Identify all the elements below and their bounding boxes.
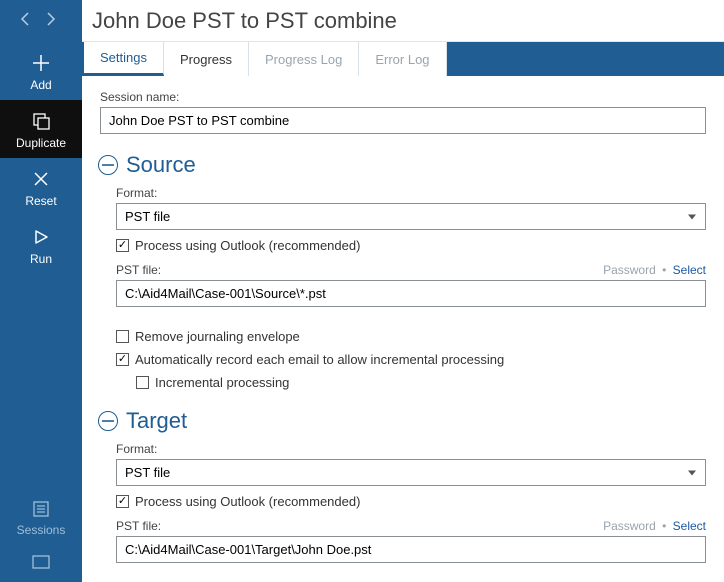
source-format-label: Format: xyxy=(116,186,706,200)
tab-progress-log[interactable]: Progress Log xyxy=(249,42,359,76)
reset-label: Reset xyxy=(25,194,56,208)
tab-bar: Settings Progress Progress Log Error Log xyxy=(82,42,724,76)
source-pst-input[interactable] xyxy=(116,280,706,307)
sessions-icon xyxy=(30,498,52,520)
main-area: John Doe PST to PST combine Settings Pro… xyxy=(82,0,724,582)
target-outlook-checkbox[interactable] xyxy=(116,495,129,508)
nav-forward-icon[interactable] xyxy=(45,12,56,30)
link-separator: • xyxy=(659,519,669,533)
incremental-label: Incremental processing xyxy=(155,375,289,390)
target-password-link[interactable]: Password xyxy=(603,519,656,533)
duplicate-label: Duplicate xyxy=(16,136,66,150)
link-separator: • xyxy=(659,263,669,277)
target-pst-input[interactable] xyxy=(116,536,706,563)
source-password-link[interactable]: Password xyxy=(603,263,656,277)
target-format-label: Format: xyxy=(116,442,706,456)
reset-button[interactable]: Reset xyxy=(0,158,82,216)
nav-history xyxy=(0,0,82,42)
sessions-button[interactable]: Sessions xyxy=(17,498,66,537)
source-outlook-checkbox[interactable] xyxy=(116,239,129,252)
add-label: Add xyxy=(30,78,51,92)
run-label: Run xyxy=(30,252,52,266)
target-pst-label: PST file: xyxy=(116,519,161,533)
tab-settings[interactable]: Settings xyxy=(84,42,164,76)
collapse-icon[interactable] xyxy=(98,411,118,431)
tab-error-log[interactable]: Error Log xyxy=(359,42,446,76)
duplicate-button[interactable]: Duplicate xyxy=(0,100,82,158)
incremental-checkbox[interactable] xyxy=(136,376,149,389)
bottom-extra-icon[interactable] xyxy=(32,555,50,572)
plus-icon xyxy=(30,52,52,74)
play-icon xyxy=(30,226,52,248)
tab-progress[interactable]: Progress xyxy=(164,42,249,76)
add-button[interactable]: Add xyxy=(0,42,82,100)
collapse-icon[interactable] xyxy=(98,155,118,175)
source-format-select[interactable] xyxy=(116,203,706,230)
sidebar: Add Duplicate Reset Run xyxy=(0,0,82,582)
content-pane: Session name: Source Format: Process usi… xyxy=(82,76,724,582)
sessions-label: Sessions xyxy=(17,523,66,537)
run-button[interactable]: Run xyxy=(0,216,82,274)
duplicate-icon xyxy=(30,110,52,132)
remove-journaling-label: Remove journaling envelope xyxy=(135,329,300,344)
source-heading-text: Source xyxy=(126,152,196,178)
session-name-label: Session name: xyxy=(100,90,706,104)
remove-journaling-checkbox[interactable] xyxy=(116,330,129,343)
nav-back-icon[interactable] xyxy=(20,12,31,30)
source-outlook-label: Process using Outlook (recommended) xyxy=(135,238,360,253)
target-format-select[interactable] xyxy=(116,459,706,486)
auto-record-checkbox[interactable] xyxy=(116,353,129,366)
target-select-link[interactable]: Select xyxy=(673,519,706,533)
session-name-input[interactable] xyxy=(100,107,706,134)
sidebar-bottom: Sessions xyxy=(0,498,82,582)
target-header: Target xyxy=(98,408,706,434)
source-select-link[interactable]: Select xyxy=(673,263,706,277)
target-outlook-label: Process using Outlook (recommended) xyxy=(135,494,360,509)
target-heading-text: Target xyxy=(126,408,187,434)
source-header: Source xyxy=(98,152,706,178)
auto-record-label: Automatically record each email to allow… xyxy=(135,352,504,367)
page-title: John Doe PST to PST combine xyxy=(82,0,724,42)
close-icon xyxy=(30,168,52,190)
source-pst-label: PST file: xyxy=(116,263,161,277)
